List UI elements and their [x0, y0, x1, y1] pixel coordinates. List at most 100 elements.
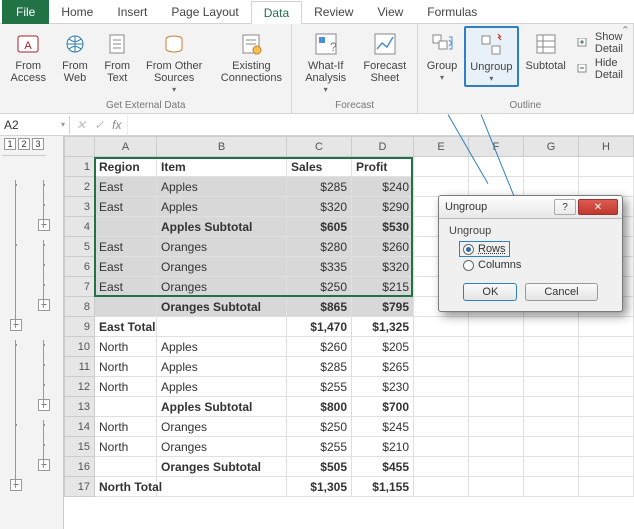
cell[interactable]: $260	[287, 337, 352, 357]
cell[interactable]: $1,325	[352, 317, 414, 337]
cell[interactable]	[469, 417, 524, 437]
outline-collapse-button[interactable]: −	[10, 479, 22, 491]
cell[interactable]	[524, 477, 579, 497]
tab-data[interactable]: Data	[251, 1, 302, 25]
outline-collapse-button[interactable]: −	[38, 219, 50, 231]
cell[interactable]: $530	[352, 217, 414, 237]
cell[interactable]: North	[95, 437, 157, 457]
cell[interactable]	[524, 157, 579, 177]
cell[interactable]: $265	[352, 357, 414, 377]
cell[interactable]: Apples	[157, 377, 287, 397]
outline-level-3[interactable]: 3	[32, 138, 44, 150]
cell[interactable]: $605	[287, 217, 352, 237]
whatif-analysis-button[interactable]: ? What-If Analysis	[296, 26, 354, 97]
cell[interactable]: Oranges	[157, 257, 287, 277]
row-header[interactable]: 3	[65, 197, 95, 217]
col-header[interactable]: C	[287, 137, 352, 157]
cell[interactable]	[414, 437, 469, 457]
row-header[interactable]: 14	[65, 417, 95, 437]
cell[interactable]: Oranges Subtotal	[157, 297, 287, 317]
cell[interactable]	[157, 477, 287, 497]
cell[interactable]: $255	[287, 437, 352, 457]
cell[interactable]: $285	[287, 357, 352, 377]
outline-level-2[interactable]: 2	[18, 138, 30, 150]
cell[interactable]	[414, 397, 469, 417]
from-text-button[interactable]: From Text	[97, 26, 136, 87]
cell[interactable]: $255	[287, 377, 352, 397]
cell[interactable]	[414, 457, 469, 477]
cell[interactable]: East	[95, 277, 157, 297]
cell[interactable]	[579, 417, 634, 437]
cell[interactable]: Oranges	[157, 237, 287, 257]
cell[interactable]: $1,155	[352, 477, 414, 497]
cell[interactable]	[469, 157, 524, 177]
from-other-sources-button[interactable]: From Other Sources	[139, 26, 209, 97]
row-header[interactable]: 10	[65, 337, 95, 357]
cell[interactable]: $335	[287, 257, 352, 277]
cell[interactable]: Apples	[157, 357, 287, 377]
cell[interactable]	[95, 297, 157, 317]
cell[interactable]: $290	[352, 197, 414, 217]
cell[interactable]	[414, 377, 469, 397]
outline-collapse-button[interactable]: −	[10, 319, 22, 331]
row-header[interactable]: 17	[65, 477, 95, 497]
cell[interactable]: $230	[352, 377, 414, 397]
dialog-close-button[interactable]: ✕	[578, 199, 618, 215]
row-header[interactable]: 11	[65, 357, 95, 377]
cell[interactable]: Apples Subtotal	[157, 397, 287, 417]
cell[interactable]	[524, 397, 579, 417]
cell[interactable]	[469, 317, 524, 337]
cell[interactable]	[414, 177, 469, 197]
cell[interactable]: $795	[352, 297, 414, 317]
tab-formulas[interactable]: Formulas	[415, 0, 489, 24]
cell[interactable]	[579, 397, 634, 417]
col-header[interactable]: G	[524, 137, 579, 157]
cell[interactable]: $320	[287, 197, 352, 217]
cell[interactable]: $320	[352, 257, 414, 277]
cell[interactable]	[469, 477, 524, 497]
cell[interactable]	[524, 377, 579, 397]
cell[interactable]: Region	[95, 157, 157, 177]
name-box[interactable]: A2	[0, 116, 70, 134]
cell[interactable]	[469, 457, 524, 477]
tab-review[interactable]: Review	[302, 0, 365, 24]
cell[interactable]	[469, 357, 524, 377]
col-header[interactable]: B	[157, 137, 287, 157]
cell[interactable]	[414, 417, 469, 437]
enter-formula-icon[interactable]: ✓	[94, 118, 104, 132]
cell[interactable]: $455	[352, 457, 414, 477]
cell[interactable]: Oranges	[157, 437, 287, 457]
cell[interactable]: $245	[352, 417, 414, 437]
row-header[interactable]: 8	[65, 297, 95, 317]
cell[interactable]: $505	[287, 457, 352, 477]
row-header[interactable]: 5	[65, 237, 95, 257]
cell[interactable]	[469, 397, 524, 417]
tab-view[interactable]: View	[365, 0, 415, 24]
cell[interactable]: East Total	[95, 317, 157, 337]
file-tab[interactable]: File	[2, 0, 49, 24]
row-header[interactable]: 13	[65, 397, 95, 417]
cell[interactable]: $260	[352, 237, 414, 257]
col-header[interactable]: H	[579, 137, 634, 157]
cell[interactable]: East	[95, 177, 157, 197]
forecast-sheet-button[interactable]: Forecast Sheet	[357, 26, 413, 87]
cell[interactable]: $240	[352, 177, 414, 197]
cell[interactable]: $1,305	[287, 477, 352, 497]
cell[interactable]: $210	[352, 437, 414, 457]
cell[interactable]: $285	[287, 177, 352, 197]
cell[interactable]: $215	[352, 277, 414, 297]
cell[interactable]	[579, 357, 634, 377]
fx-button[interactable]: fx	[112, 118, 121, 132]
cell[interactable]	[95, 397, 157, 417]
ungroup-button[interactable]: Ungroup	[464, 26, 518, 87]
cell[interactable]: North	[95, 357, 157, 377]
row-header[interactable]: 9	[65, 317, 95, 337]
cell[interactable]	[414, 477, 469, 497]
dialog-ok-button[interactable]: OK	[463, 283, 517, 301]
row-header[interactable]: 12	[65, 377, 95, 397]
row-header[interactable]: 4	[65, 217, 95, 237]
cell[interactable]	[469, 377, 524, 397]
cell[interactable]	[579, 337, 634, 357]
col-header[interactable]: D	[352, 137, 414, 157]
row-header[interactable]: 1	[65, 157, 95, 177]
